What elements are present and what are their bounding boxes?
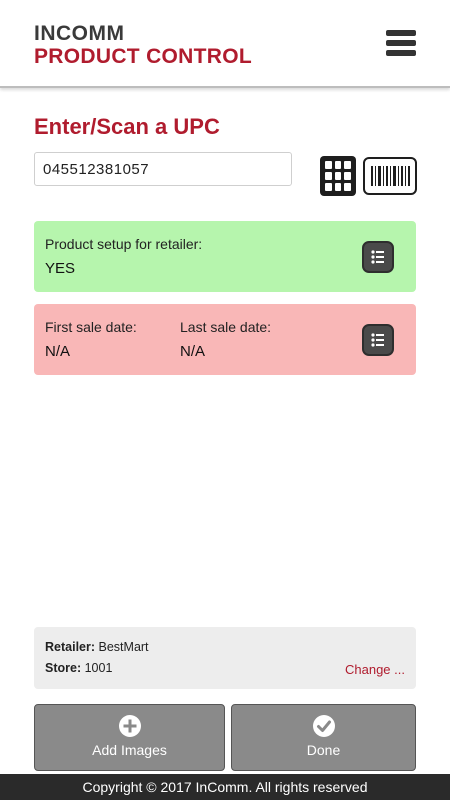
scan-title: Enter/Scan a UPC [34, 114, 220, 139]
setup-label: Product setup for retailer: [45, 236, 203, 252]
copyright-footer: Copyright © 2017 InComm. All rights rese… [0, 774, 450, 800]
retailer-value: BestMart [98, 640, 149, 654]
product-setup-card: Product setup for retailer: YES [34, 221, 416, 292]
retailer-label: Retailer: [45, 640, 96, 654]
app-header: INCOMM PRODUCT CONTROL [0, 0, 450, 88]
store-value: 1001 [84, 661, 113, 675]
barcode-icon[interactable] [363, 157, 417, 195]
store-line: Store: 1001 [45, 661, 112, 675]
setup-value: YES [45, 260, 76, 277]
last-sale-value: N/A [180, 343, 206, 360]
change-store-link[interactable]: Change ... [345, 662, 405, 677]
hamburger-menu-icon[interactable] [384, 30, 418, 60]
first-sale-value: N/A [45, 343, 71, 360]
sale-dates-card: First sale date: N/A Last sale date: N/A [34, 304, 416, 375]
app-title: PRODUCT CONTROL [34, 45, 252, 68]
list-details-icon[interactable] [362, 241, 394, 273]
retailer-line: Retailer: BestMart [45, 640, 149, 654]
first-sale-label: First sale date: [45, 319, 137, 335]
upc-input[interactable] [34, 152, 292, 186]
keypad-icon[interactable] [320, 156, 356, 196]
done-label: Done [306, 742, 341, 758]
last-sale-label: Last sale date: [180, 319, 272, 335]
list-details-icon[interactable] [362, 324, 394, 356]
check-circle-icon [312, 715, 335, 737]
store-label: Store: [45, 661, 82, 675]
brand-name: INCOMM [34, 22, 125, 45]
plus-circle-icon [118, 715, 141, 737]
add-images-button[interactable]: Add Images [34, 704, 225, 771]
done-button[interactable]: Done [231, 704, 416, 771]
add-images-label: Add Images [92, 742, 167, 758]
store-info-panel: Retailer: BestMart Store: 1001 Change ..… [34, 627, 416, 689]
